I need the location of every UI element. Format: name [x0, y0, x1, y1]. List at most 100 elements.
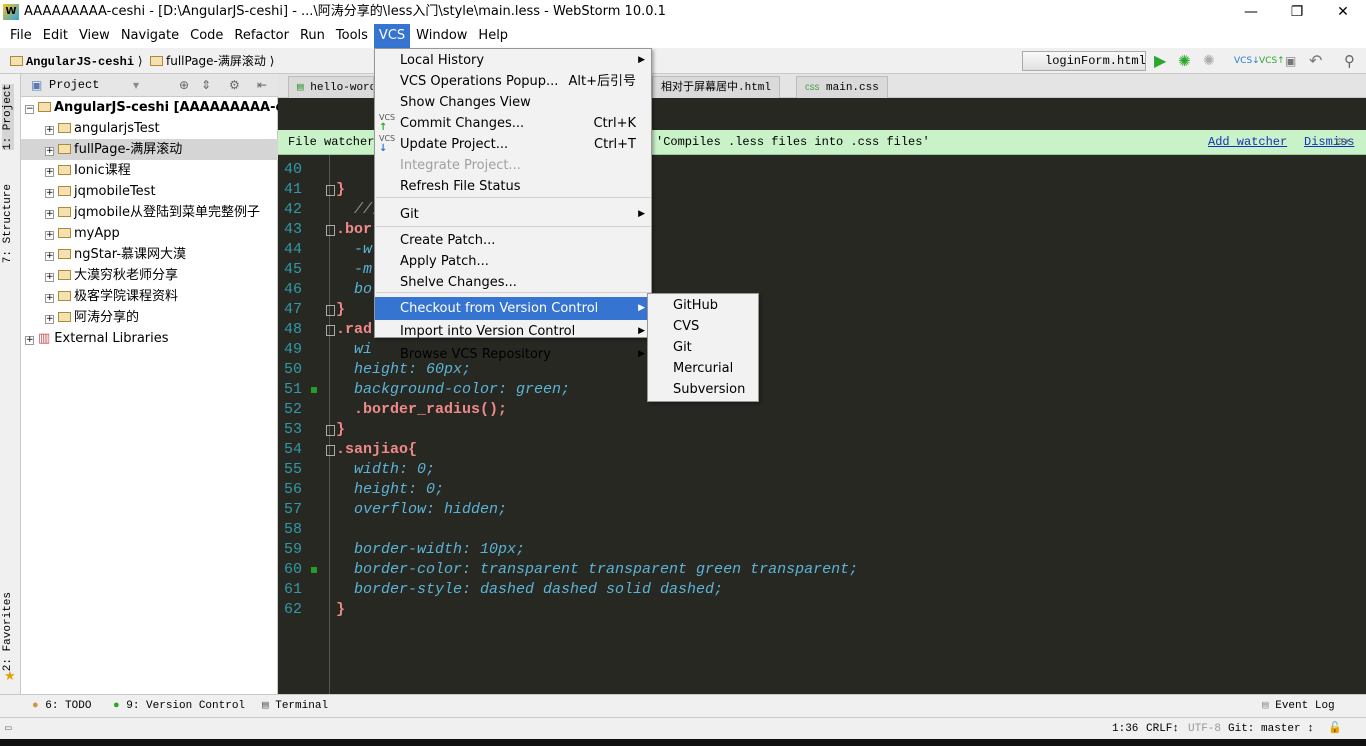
menu-item-apply-patch[interactable]: Apply Patch...: [375, 251, 651, 272]
hide-icon[interactable]: ⇤: [257, 74, 267, 97]
fold-icon[interactable]: [326, 305, 335, 316]
menu-vcs[interactable]: VCS: [373, 24, 411, 48]
tree-item[interactable]: + myApp: [21, 223, 278, 244]
tree-item[interactable]: + 大漠穷秋老师分享: [21, 265, 278, 286]
expand-icon[interactable]: +: [45, 231, 54, 240]
menu-navigate[interactable]: Navigate: [116, 24, 184, 48]
menu-item-git[interactable]: Git ▶: [375, 204, 651, 225]
line-number: 57: [283, 501, 302, 518]
run-config-select[interactable]: loginForm.html ▾: [1022, 51, 1160, 71]
fold-icon[interactable]: [326, 325, 335, 336]
add-watcher-link[interactable]: Add watcher: [1208, 130, 1287, 155]
vcs-commit-icon[interactable]: VCS↑: [1259, 48, 1285, 74]
compare-icon[interactable]: ▣: [1285, 48, 1296, 74]
event-log-button[interactable]: ▤ Event Log: [1262, 695, 1335, 718]
tool-tab-project[interactable]: 1: Project: [2, 84, 14, 151]
menu-item-commit-changes[interactable]: Commit Changes... Ctrl+K VCS ↑: [375, 113, 651, 134]
version-control-tool-button[interactable]: ● 9: Version Control: [113, 695, 245, 718]
collapse-icon[interactable]: ⇕: [201, 74, 211, 97]
line-separator[interactable]: CRLF↕: [1146, 718, 1179, 740]
maximize-button[interactable]: ❐: [1274, 0, 1320, 24]
encoding[interactable]: UTF-8: [1188, 718, 1221, 740]
submenu-item-cvs[interactable]: CVS: [673, 316, 699, 337]
menu-item-import-into-version-control[interactable]: Import into Version Control ▶: [375, 320, 651, 343]
terminal-tool-button[interactable]: ▤ Terminal: [262, 695, 328, 718]
menu-item-show-changes-view[interactable]: Show Changes View: [375, 92, 651, 113]
menu-item-update-project[interactable]: Update Project... Ctrl+T VCS ↓: [375, 134, 651, 155]
locate-icon[interactable]: ⊕: [179, 74, 189, 97]
fold-icon[interactable]: [326, 225, 335, 236]
expand-icon[interactable]: +: [45, 315, 54, 324]
menu-run[interactable]: Run: [295, 24, 330, 48]
submenu-item-mercurial[interactable]: Mercurial: [673, 358, 733, 379]
tree-item[interactable]: + 极客学院课程资料: [21, 286, 278, 307]
expand-icon[interactable]: +: [45, 189, 54, 198]
caret-position[interactable]: 1:36: [1112, 718, 1138, 740]
vcs-update-icon[interactable]: VCS↓: [1234, 48, 1260, 74]
fold-icon[interactable]: [326, 185, 335, 196]
gear-icon[interactable]: ⚙▾: [1336, 130, 1350, 155]
fold-icon[interactable]: [326, 445, 335, 456]
tree-item[interactable]: + jqmobile从登陆到菜单完整例子: [21, 202, 278, 223]
expand-icon[interactable]: +: [45, 252, 54, 261]
line-number: 58: [283, 521, 302, 538]
fold-icon[interactable]: [326, 425, 335, 436]
tree-item[interactable]: + 阿涛分享的: [21, 307, 278, 328]
menu-item-vcs-operations-popup[interactable]: VCS Operations Popup... Alt+后引号: [375, 71, 651, 92]
expand-icon[interactable]: +: [45, 168, 54, 177]
close-button[interactable]: ✕: [1320, 0, 1366, 24]
vcs-branch[interactable]: Git: master ↕: [1228, 718, 1314, 740]
todo-tool-button[interactable]: ● 6: TODO: [32, 695, 91, 718]
tree-item[interactable]: + fullPage-满屏滚动: [21, 139, 278, 160]
submenu-item-github[interactable]: GitHub: [673, 295, 718, 316]
menu-file[interactable]: File: [5, 24, 37, 48]
tree-item[interactable]: + ▥ External Libraries: [21, 328, 278, 349]
search-icon[interactable]: ⚲: [1344, 48, 1355, 74]
expand-icon[interactable]: +: [45, 294, 54, 303]
menu-item-shelve-changes[interactable]: Shelve Changes...: [375, 272, 651, 293]
expand-icon[interactable]: +: [45, 147, 54, 156]
expand-icon[interactable]: +: [45, 210, 54, 219]
menu-item-local-history[interactable]: Local History ▶: [375, 50, 651, 71]
tree-item[interactable]: + ngStar-慕课网大漠: [21, 244, 278, 265]
menu-edit[interactable]: Edit: [38, 24, 73, 48]
submenu-item-subversion[interactable]: Subversion: [673, 379, 745, 400]
chevron-down-icon[interactable]: ▾: [133, 74, 139, 97]
menu-item-checkout-from-version-control[interactable]: Checkout from Version Control ▶: [375, 297, 651, 320]
breadcrumb-item[interactable]: AngularJS-ceshi ⟩: [10, 48, 143, 75]
tree-item[interactable]: + jqmobileTest: [21, 181, 278, 202]
gear-icon[interactable]: ⚙: [229, 74, 240, 97]
menu-tools[interactable]: Tools: [331, 24, 373, 48]
breadcrumb-item[interactable]: fullPage-满屏滚动 ⟩: [150, 48, 274, 74]
lock-icon[interactable]: 🔓: [1328, 718, 1342, 740]
expand-icon[interactable]: −: [25, 105, 34, 114]
expand-icon[interactable]: +: [25, 336, 34, 345]
menu-help[interactable]: Help: [473, 24, 513, 48]
submenu-item-git[interactable]: Git: [673, 337, 692, 358]
menu-item-create-patch[interactable]: Create Patch...: [375, 230, 651, 251]
tool-windows-icon[interactable]: ▭: [5, 718, 12, 740]
menu-item-refresh-file-status[interactable]: Refresh File Status: [375, 176, 651, 197]
coverage-icon[interactable]: ✺: [1203, 48, 1215, 74]
expand-icon[interactable]: +: [45, 126, 54, 135]
tab-main-css[interactable]: CSS main.css: [796, 76, 888, 98]
tree-item[interactable]: − AngularJS-ceshi [AAAAAAAAA-ceshi]: [21, 97, 319, 118]
menu-refactor[interactable]: Refactor: [229, 24, 294, 48]
minimize-button[interactable]: —: [1228, 0, 1274, 24]
menu-code[interactable]: Code: [185, 24, 228, 48]
tree-item[interactable]: + Ionic课程: [21, 160, 278, 181]
menu-window[interactable]: Window: [411, 24, 472, 48]
tree-item[interactable]: + angularjsTest: [21, 118, 278, 139]
menu-item-integrate-project[interactable]: Integrate Project...: [375, 155, 651, 176]
tool-tab-structure[interactable]: 7: Structure: [2, 184, 14, 263]
debug-icon[interactable]: ✺: [1178, 48, 1191, 74]
project-view-select[interactable]: Project: [49, 74, 99, 97]
revert-icon[interactable]: ↶: [1309, 48, 1322, 74]
menu-view[interactable]: View: [74, 24, 115, 48]
run-icon[interactable]: ▶: [1154, 48, 1166, 74]
tab-center-html[interactable]: 相对于屏幕居中.html: [652, 76, 781, 98]
tool-tab-favorites[interactable]: 2: Favorites: [2, 592, 14, 671]
menu-item-browse-vcs-repository[interactable]: Browse VCS Repository ▶: [375, 343, 651, 366]
tab-hello-word[interactable]: ▤ hello-word: [288, 76, 374, 98]
expand-icon[interactable]: +: [45, 273, 54, 282]
